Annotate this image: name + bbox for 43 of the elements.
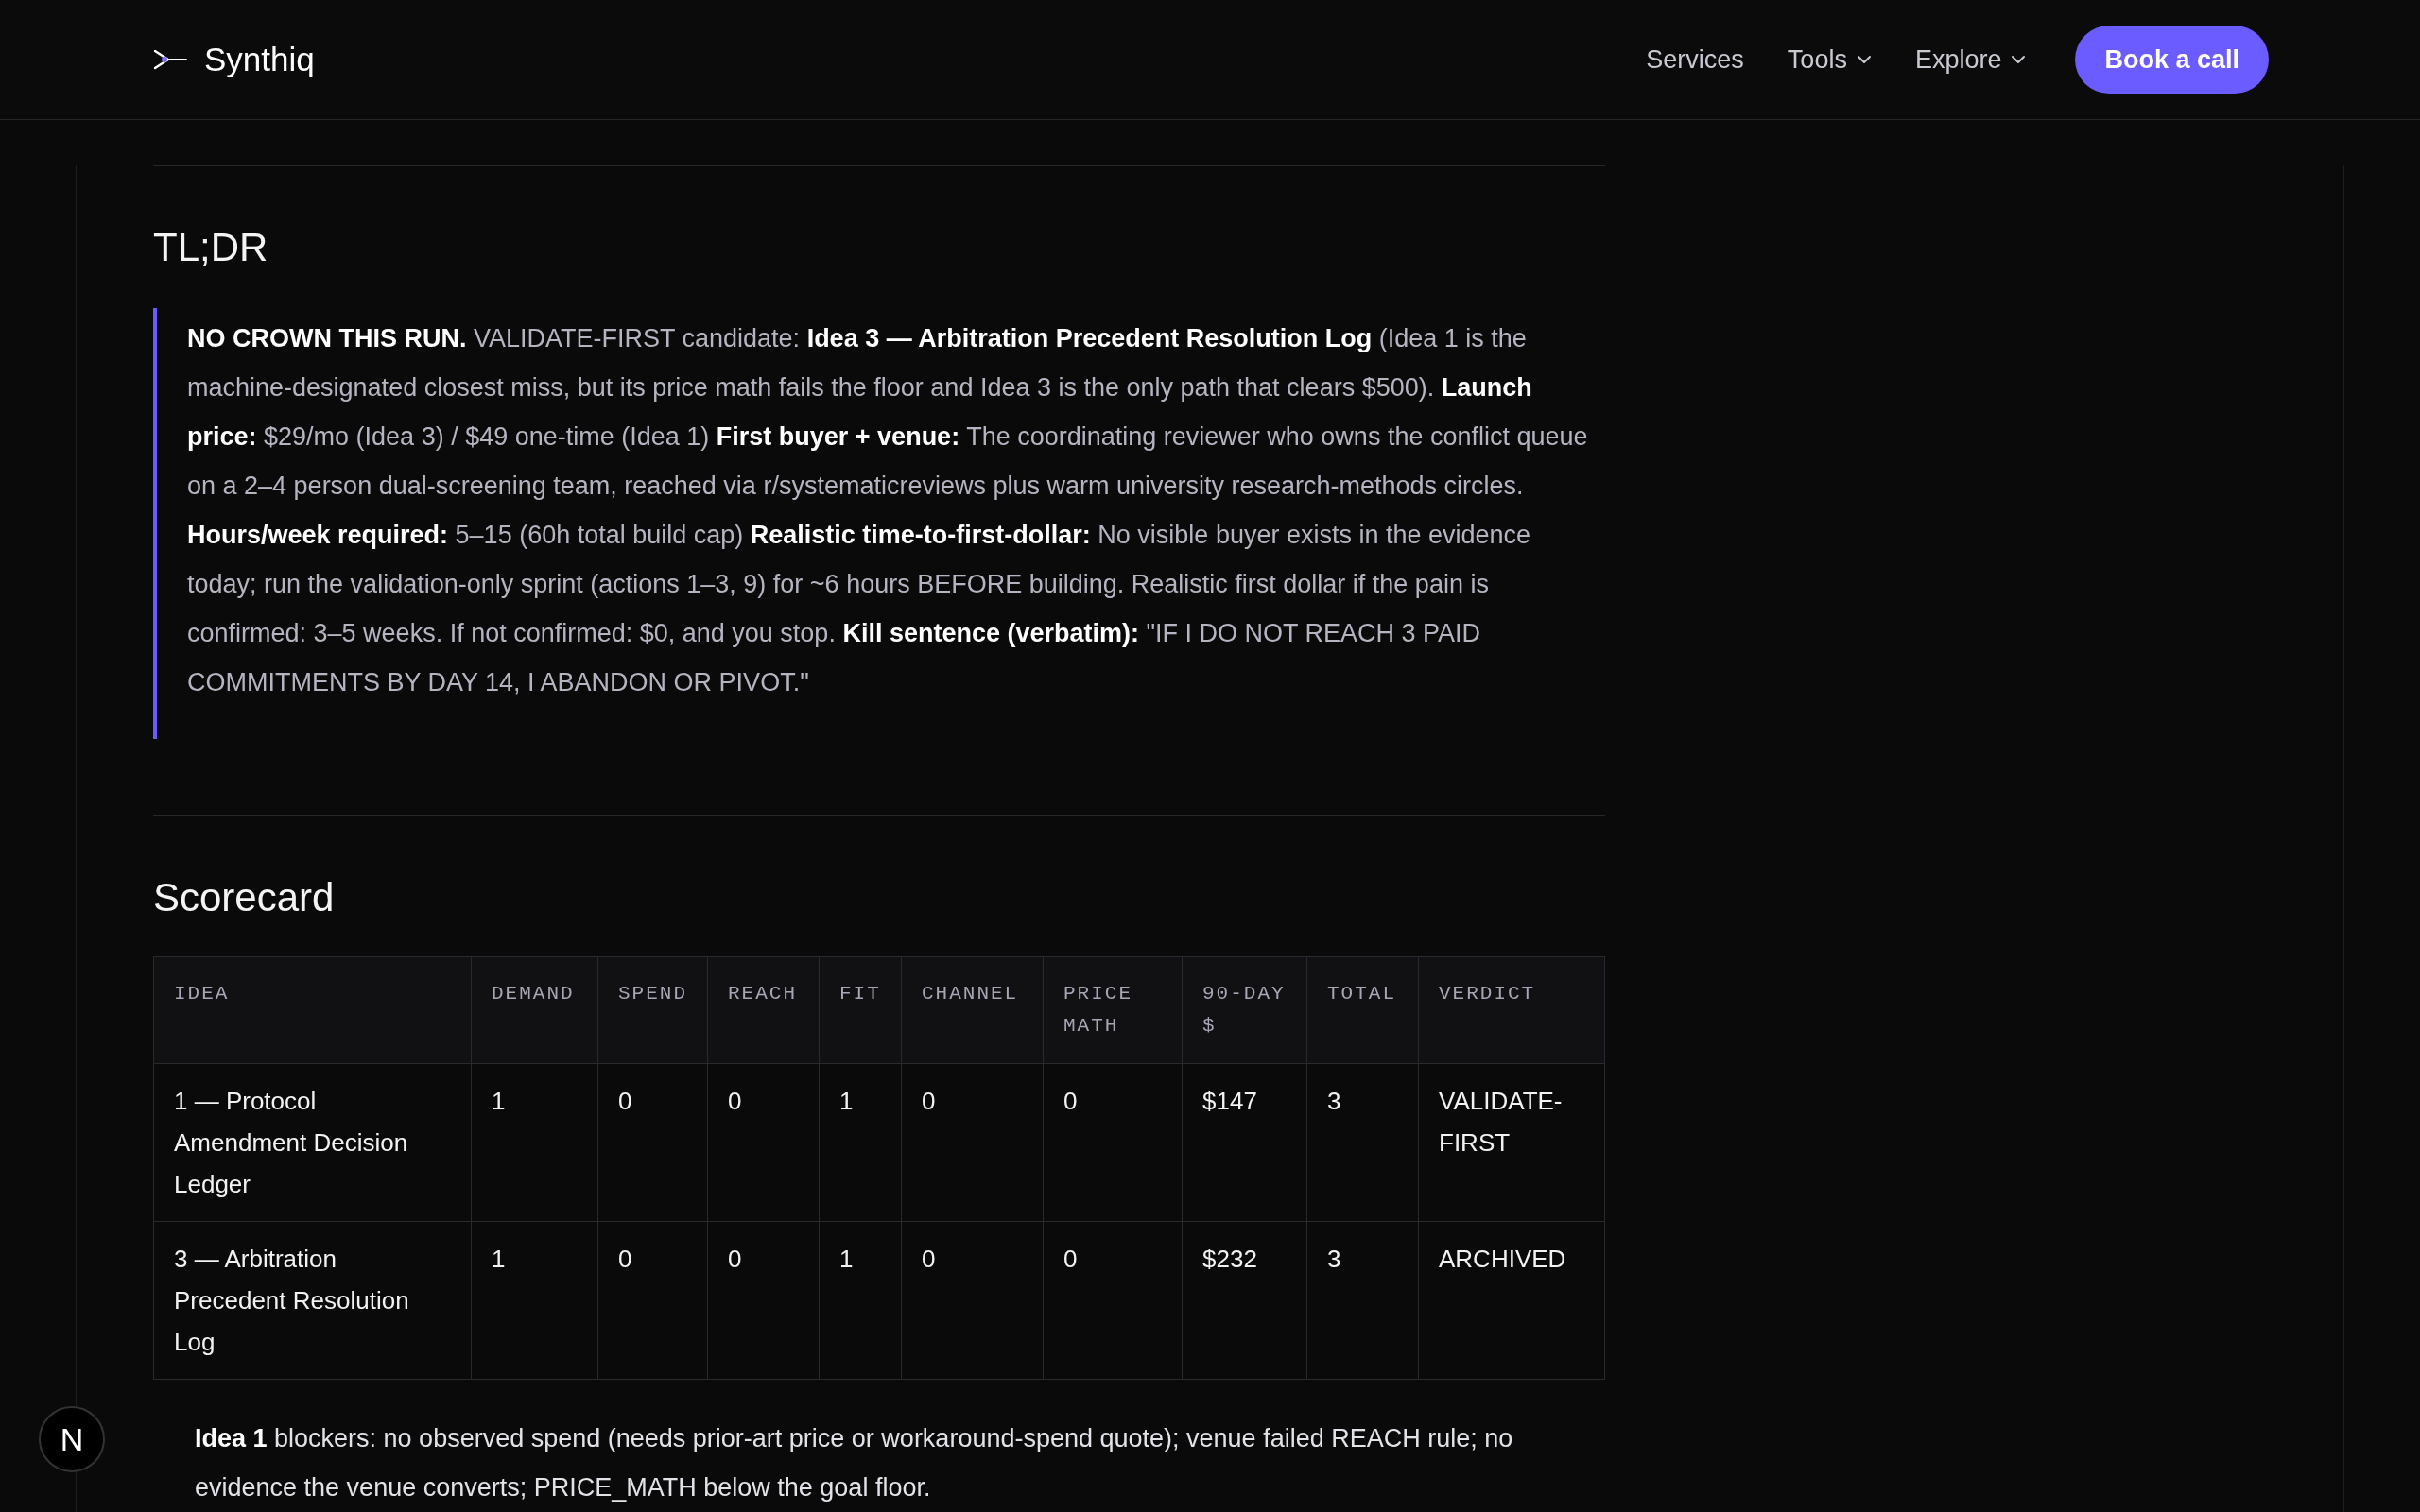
column-header: FIT — [820, 957, 901, 1063]
table-cell: 1 — [820, 1222, 901, 1379]
section-heading: Scorecard — [153, 874, 336, 921]
column-header: REACH — [708, 957, 819, 1063]
brand-link[interactable]: Synthiq — [153, 41, 315, 78]
table-cell: 0 — [598, 1064, 707, 1221]
logo-icon — [153, 49, 187, 70]
table-cell: VALIDATE-FIRST — [1419, 1064, 1604, 1221]
section-heading: TL;DR — [153, 224, 269, 271]
table-cell: 0 — [708, 1064, 819, 1221]
dev-tools-button[interactable]: N — [39, 1406, 105, 1472]
chevron-down-icon — [2011, 55, 2027, 64]
column-header: SPEND — [598, 957, 707, 1063]
table-cell: ARCHIVED — [1419, 1222, 1604, 1379]
nav-link[interactable]: Services — [1646, 44, 1744, 75]
table-cell: 3 — [1307, 1222, 1418, 1379]
summary-quote: NO CROWN THIS RUN. VALIDATE-FIRST candidate: Idea 3 — Arbitration Precedent Resolution Log (Idea 1 is the machine-designated closest miss, but its price math fails the floor and Idea 3 is the only path that clears $500). Launch price: $29/mo (Idea 3) / $49 one-time (Idea 1) First buyer + venue: The coordinating reviewer who owns the conflict queue on a 2–4 person dual-screening team, reached via r/systematicreviews plus warm university research-methods circles. Hours/week required: 5–15 (60h total build cap) Realistic time-to-first-dollar: No visible buyer exists in the evidence today; run the validation-only sprint (actions 1–3, 9) for ~6 hours BEFORE building. Realistic first dollar if the pain is confirmed: 3–5 weeks. If not confirmed: $0, and you stop. Kill sentence (verbatim): "IF I DO NOT REACH 3 PAID COMMITMENTS BY DAY 14, I ABANDON OR PIVOT." — [153, 308, 1605, 739]
table-cell: 0 — [902, 1064, 1043, 1221]
table-cell: 1 — [472, 1222, 597, 1379]
column-header: CHANNEL — [902, 957, 1043, 1063]
table-cell: 0 — [708, 1222, 819, 1379]
nav-menu[interactable]: Tools — [1787, 44, 1872, 75]
table-cell: $147 — [1183, 1064, 1306, 1221]
chevron-down-icon — [1856, 55, 1872, 64]
column-header: TOTAL — [1307, 957, 1418, 1063]
table-cell: 0 — [1044, 1064, 1182, 1221]
column-header: IDEA — [154, 957, 471, 1063]
table-cell: 0 — [902, 1222, 1043, 1379]
table-cell: $232 — [1183, 1222, 1306, 1379]
table-cell: 0 — [1044, 1222, 1182, 1379]
table-cell: 1 — [820, 1064, 901, 1221]
table-cell: 0 — [598, 1222, 707, 1379]
table-cell: 3 — [1307, 1064, 1418, 1221]
table-cell: 1 — [472, 1064, 597, 1221]
book-call-button[interactable]: Book a call — [2075, 26, 2269, 94]
nav-menu[interactable]: Explore — [1914, 44, 2027, 75]
column-header: PRICE MATH — [1044, 957, 1182, 1063]
table-cell: 1 — Protocol Amendment Decision Ledger — [154, 1064, 471, 1221]
column-header: DEMAND — [472, 957, 597, 1063]
column-header: 90-DAY $ — [1183, 957, 1306, 1063]
table-cell: 3 — Arbitration Precedent Resolution Log — [154, 1222, 471, 1379]
blocker-note: Idea 1 blockers: no observed spend (needs prior-art price or workaround-spend quote); venue failed REACH rule; no evidence the venue converts; PRICE_MATH below the goal floor. — [195, 1423, 1514, 1503]
column-header: VERDICT — [1419, 957, 1604, 1063]
